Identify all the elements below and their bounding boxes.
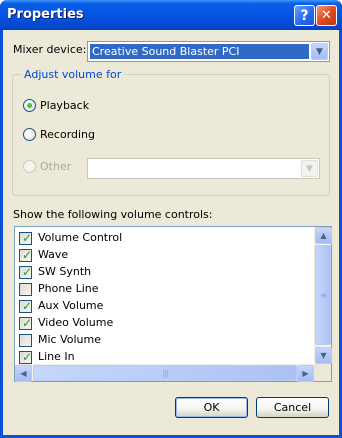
list-item-label: Line In	[38, 350, 75, 363]
vertical-scroll-thumb[interactable]: ≡	[315, 245, 331, 345]
dialog-body: Mixer device: Creative Sound Blaster PCI…	[3, 30, 339, 435]
mixer-device-label: Mixer device:	[13, 43, 87, 56]
list-item-label: SW Synth	[38, 265, 92, 278]
checkmark-icon: ✓	[22, 265, 33, 279]
chevron-down-icon[interactable]: ▼	[311, 43, 328, 60]
mixer-device-value: Creative Sound Blaster PCI	[90, 44, 309, 59]
adjust-volume-group-title: Adjust volume for	[21, 68, 125, 81]
aux-volume-checkbox[interactable]: ✓	[19, 299, 33, 313]
arrow-up-icon[interactable]: ▲	[315, 227, 332, 244]
list-item-label: Volume Control	[38, 231, 123, 244]
arrow-down-icon[interactable]: ▼	[315, 347, 332, 364]
volume-controls-list[interactable]: ✓ Volume Control ✓ Wave ✓ SW Synth Phone…	[14, 226, 332, 382]
vertical-scrollbar[interactable]: ▲ ≡ ▼	[314, 227, 332, 364]
mic-volume-checkbox[interactable]	[19, 334, 32, 347]
arrow-right-icon[interactable]: ▶	[297, 365, 314, 382]
playback-label[interactable]: Playback	[40, 99, 89, 112]
scrollbar-corner	[314, 364, 331, 381]
list-item-label: Wave	[38, 248, 69, 261]
close-button[interactable]: ✕	[316, 5, 337, 26]
cancel-button[interactable]: Cancel	[256, 397, 329, 418]
checkmark-icon: ✓	[22, 299, 33, 313]
list-item-label: Aux Volume	[38, 299, 104, 312]
horizontal-scroll-thumb[interactable]: |||	[33, 365, 297, 381]
properties-dialog: Properties ? ✕ Mixer device: Creative So…	[0, 0, 342, 438]
list-item-label: Video Volume	[38, 316, 114, 329]
checkmark-icon: ✓	[22, 316, 33, 330]
title-bar[interactable]: Properties ? ✕	[0, 0, 342, 30]
other-label: Other	[40, 160, 72, 173]
checkmark-icon: ✓	[22, 231, 33, 245]
list-item-label: Mic Volume	[38, 333, 102, 346]
help-button[interactable]: ?	[294, 5, 315, 26]
playback-radio[interactable]	[23, 99, 36, 112]
line-in-checkbox[interactable]: ✓	[19, 350, 33, 364]
recording-radio[interactable]	[23, 128, 36, 141]
horizontal-scrollbar[interactable]: ◀ ||| ▶	[15, 364, 314, 382]
sw-synth-checkbox[interactable]: ✓	[19, 265, 33, 279]
video-volume-checkbox[interactable]: ✓	[19, 316, 33, 330]
other-radio	[23, 160, 36, 173]
phone-line-checkbox[interactable]	[19, 283, 32, 296]
ok-button[interactable]: OK	[175, 397, 248, 418]
mixer-device-select[interactable]: Creative Sound Blaster PCI ▼	[87, 41, 330, 62]
chevron-down-icon: ▼	[301, 160, 318, 177]
checkmark-icon: ✓	[22, 350, 33, 364]
radio-selected-dot	[27, 103, 32, 108]
list-item-label: Phone Line	[38, 282, 99, 295]
window-title: Properties	[7, 7, 84, 22]
recording-label[interactable]: Recording	[40, 128, 95, 141]
arrow-left-icon[interactable]: ◀	[15, 365, 32, 382]
wave-checkbox[interactable]: ✓	[19, 248, 33, 262]
checkmark-icon: ✓	[22, 248, 33, 262]
other-device-select: ▼	[87, 158, 320, 179]
volume-control-checkbox[interactable]: ✓	[19, 231, 33, 245]
volume-controls-label: Show the following volume controls:	[13, 208, 213, 221]
